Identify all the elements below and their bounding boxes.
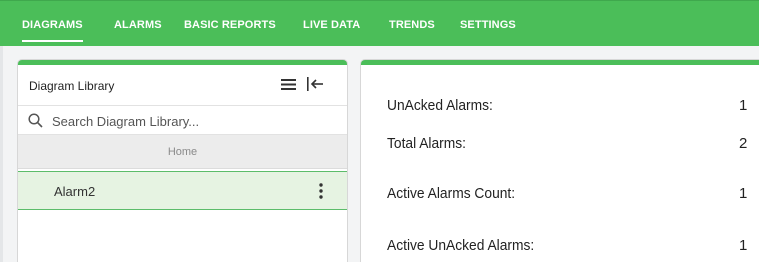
library-title: Diagram Library bbox=[29, 79, 115, 93]
alarm-summary-panel: UnAcked Alarms: 1 Total Alarms: 2 Active… bbox=[361, 60, 759, 262]
left-edge bbox=[0, 46, 3, 262]
breadcrumb-home[interactable]: Home bbox=[18, 135, 347, 169]
unacked-alarms-label: UnAcked Alarms: bbox=[387, 97, 493, 114]
nav-tab-trends[interactable]: TRENDS bbox=[389, 19, 435, 35]
total-alarms-label: Total Alarms: bbox=[387, 135, 467, 152]
search-bar bbox=[18, 105, 347, 135]
active-alarms-count-value: 1 bbox=[739, 185, 748, 202]
collapse-panel-icon[interactable] bbox=[306, 76, 324, 92]
top-navigation: DIAGRAMS ALARMS BASIC REPORTS LIVE DATA … bbox=[0, 0, 759, 46]
more-vertical-icon[interactable] bbox=[316, 182, 326, 200]
nav-tab-diagrams[interactable]: DIAGRAMS bbox=[22, 19, 83, 42]
nav-tab-settings[interactable]: SETTINGS bbox=[460, 19, 516, 35]
nav-tab-live-data[interactable]: LIVE DATA bbox=[303, 19, 360, 35]
diagram-item-label: Alarm2 bbox=[54, 184, 96, 199]
active-unacked-alarms-label: Active UnAcked Alarms: bbox=[387, 237, 535, 254]
home-label: Home bbox=[167, 146, 198, 158]
active-unacked-alarms-value: 1 bbox=[739, 237, 748, 254]
menu-icon[interactable] bbox=[281, 79, 296, 90]
diagram-library-panel: Diagram Library Home Alarm2 bbox=[18, 60, 347, 262]
active-alarms-count-label: Active Alarms Count: bbox=[387, 185, 516, 202]
diagram-list-item[interactable]: Alarm2 bbox=[18, 171, 347, 210]
search-icon bbox=[28, 113, 43, 128]
nav-tab-basic-reports[interactable]: BASIC REPORTS bbox=[184, 19, 276, 35]
total-alarms-value: 2 bbox=[739, 135, 748, 152]
unacked-alarms-value: 1 bbox=[739, 97, 748, 114]
app-window: DIAGRAMS ALARMS BASIC REPORTS LIVE DATA … bbox=[0, 0, 759, 262]
search-input[interactable] bbox=[52, 111, 332, 131]
library-header: Diagram Library bbox=[18, 65, 347, 105]
nav-tab-alarms[interactable]: ALARMS bbox=[114, 19, 162, 35]
